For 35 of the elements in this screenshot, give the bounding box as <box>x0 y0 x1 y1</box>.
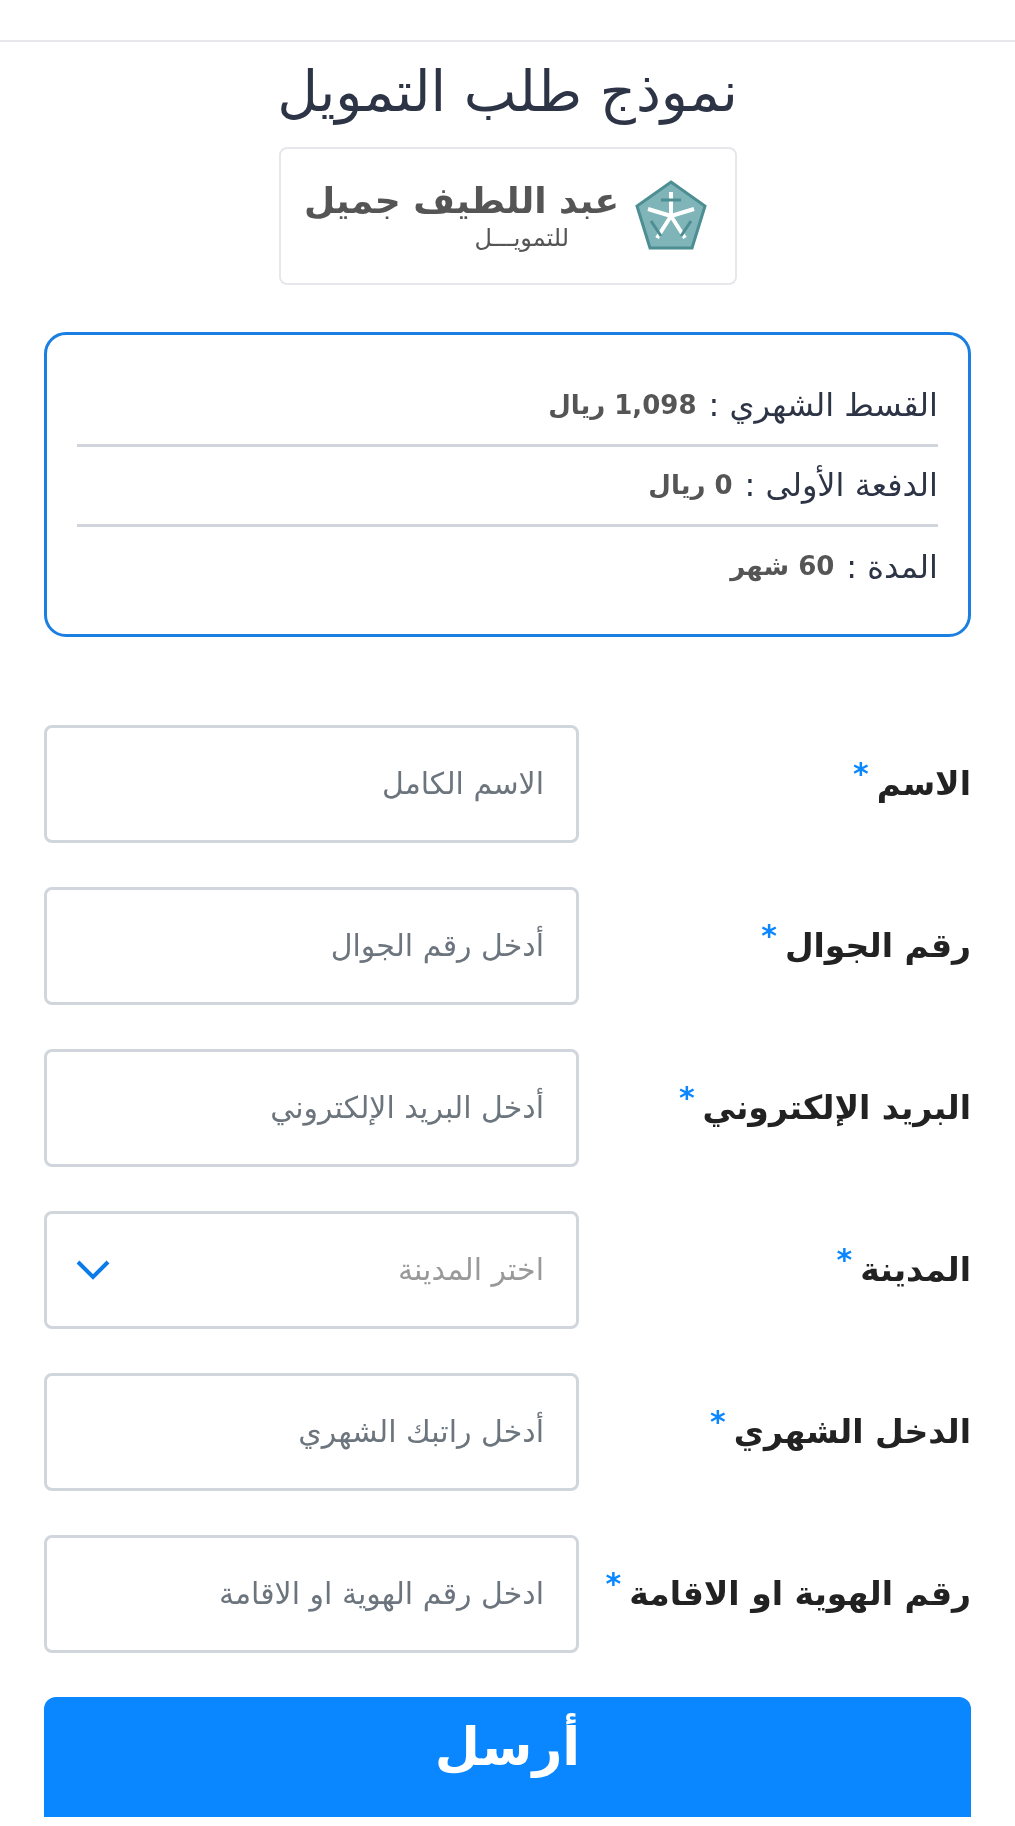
city-dropdown[interactable]: اختر المدينة <box>44 1210 579 1329</box>
dropdown-placeholder: اختر المدينة <box>397 1251 544 1290</box>
required-mark: * <box>836 1245 853 1276</box>
required-mark: * <box>761 921 777 952</box>
placeholder-text: ادخل رقم الهوية او الاقامة <box>218 1575 544 1614</box>
summary-value: 1,098 ريال <box>548 388 697 422</box>
logo-tagline: للتمويـــل <box>474 223 571 254</box>
field-label: رقم الهوية او الاقامة <box>629 1573 971 1616</box>
required-mark: * <box>678 1083 695 1114</box>
field-label: الدخل الشهري <box>733 1411 971 1454</box>
input-field[interactable]: أدخل رقم الجوال <box>44 886 579 1005</box>
logo-name: عبد اللطيف جميل <box>303 179 620 224</box>
required-mark: * <box>853 759 869 790</box>
page-title: نموذج طلب التمويل <box>276 58 739 127</box>
submit-button[interactable]: أرسل <box>44 1696 971 1817</box>
input-field[interactable]: ادخل رقم الهوية او الاقامة <box>44 1534 579 1653</box>
input-field[interactable]: أدخل راتبك الشهري <box>44 1372 579 1491</box>
summary-label: الدفعة الأولى : <box>744 464 938 507</box>
input-field[interactable]: الاسم الكامل <box>44 724 579 843</box>
summary-label: المدة : <box>846 546 938 588</box>
chevron-down-icon <box>75 1258 111 1281</box>
field-label: البريد الإلكتروني <box>702 1087 971 1130</box>
required-mark: * <box>605 1569 622 1600</box>
placeholder-text: أدخل راتبك الشهري <box>298 1409 544 1455</box>
summary-value: 60 شهر <box>730 550 835 584</box>
placeholder-text: الاسم الكامل <box>381 765 544 804</box>
summary-label: القسط الشهري : <box>708 385 938 427</box>
input-field[interactable]: أدخل البريد الإلكتروني <box>44 1048 579 1167</box>
placeholder-text: أدخل رقم الجوال <box>330 923 544 969</box>
field-label: رقم الجوال <box>784 925 971 968</box>
field-label: المدينة <box>860 1249 971 1292</box>
placeholder-text: أدخل البريد الإلكتروني <box>270 1085 544 1131</box>
summary-value: 0 ريال <box>648 468 733 502</box>
required-mark: * <box>709 1407 726 1438</box>
field-label: الاسم <box>876 763 971 806</box>
